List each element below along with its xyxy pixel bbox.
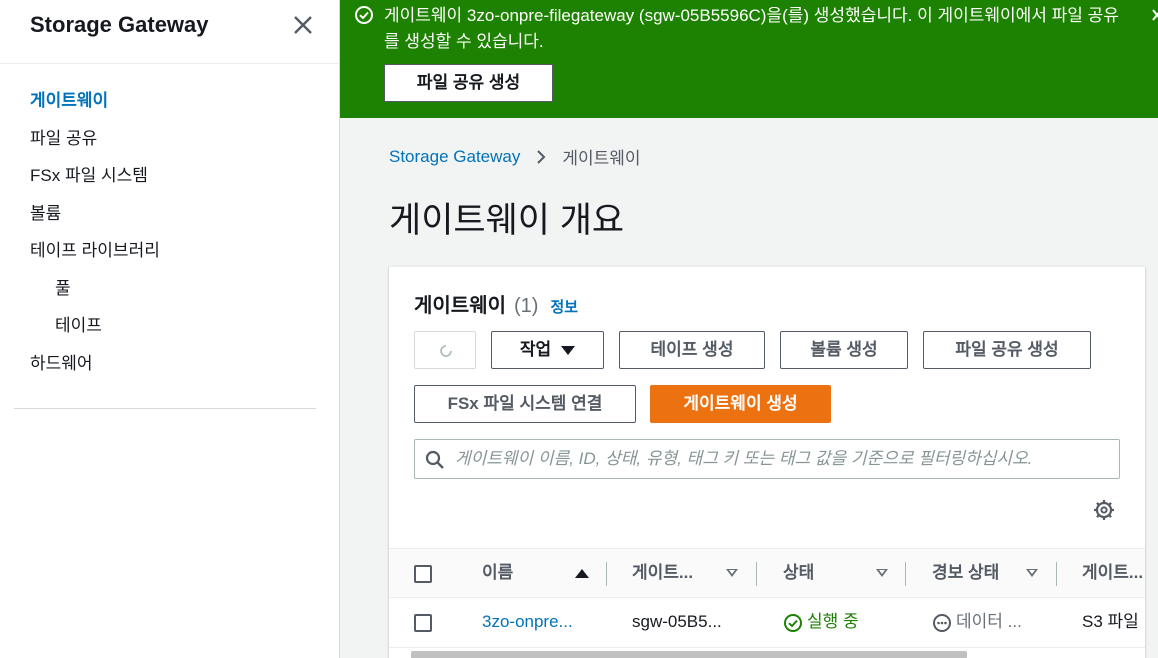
actions-label: 작업 xyxy=(519,340,552,359)
sidebar-nav: 게이트웨이 파일 공유 FSx 파일 시스템 볼륨 테이프 라이브러리 풀 테이… xyxy=(0,86,340,386)
alarm-status-cell: 데이터 ... xyxy=(932,598,1042,648)
flash-create-file-share-button[interactable]: 파일 공유 생성 xyxy=(384,64,553,102)
sidebar-header: Storage Gateway xyxy=(0,0,339,64)
refresh-button[interactable] xyxy=(414,331,476,369)
filter-search xyxy=(414,439,1120,479)
row-checkbox[interactable] xyxy=(414,614,432,632)
create-volume-button[interactable]: 볼륨 생성 xyxy=(780,331,908,369)
page-title: 게이트웨이 개요 xyxy=(389,201,625,240)
sidebar-title: Storage Gateway xyxy=(30,12,209,37)
sidebar-item-file-shares[interactable]: 파일 공유 xyxy=(0,124,340,162)
column-divider xyxy=(905,562,906,586)
panel-title: 게이트웨이 xyxy=(414,295,506,317)
gear-icon[interactable] xyxy=(1092,498,1116,522)
sort-ascending-icon[interactable] xyxy=(575,569,589,578)
chevron-right-icon xyxy=(537,149,546,164)
actions-dropdown-button[interactable]: 작업 xyxy=(491,331,604,369)
success-flash-banner: 게이트웨이 3zo-onpre-filegateway (sgw-05B5596… xyxy=(340,0,1158,118)
column-divider xyxy=(606,562,607,586)
sidebar-item-tape-library[interactable]: 테이프 라이브러리 xyxy=(0,236,340,274)
panel-header: 게이트웨이 (1) 정보 xyxy=(414,289,578,318)
select-all-checkbox[interactable] xyxy=(414,565,432,583)
breadcrumb-current: 게이트웨이 xyxy=(562,149,641,168)
breadcrumb-root-link[interactable]: Storage Gateway xyxy=(389,147,520,167)
gateway-type: S3 파일 xyxy=(1082,612,1139,631)
sidebar-divider xyxy=(14,408,316,409)
search-input[interactable] xyxy=(455,441,1115,477)
status-pending-icon xyxy=(933,613,951,632)
info-link[interactable]: 정보 xyxy=(550,296,578,317)
table-header: 이름 게이트... 상태 경보 상태 게이트... xyxy=(389,548,1145,598)
create-file-share-button[interactable]: 파일 공유 생성 xyxy=(923,331,1091,369)
sort-icon[interactable] xyxy=(1026,569,1038,577)
column-header-status[interactable]: 상태 xyxy=(783,549,843,599)
scrollbar-thumb[interactable] xyxy=(411,651,967,658)
sidebar-item-gateways[interactable]: 게이트웨이 xyxy=(0,86,340,124)
sidebar-item-fsx-file-systems[interactable]: FSx 파일 시스템 xyxy=(0,161,340,199)
sidebar-item-tapes[interactable]: 테이프 xyxy=(0,311,340,349)
dismiss-icon[interactable] xyxy=(1151,5,1158,25)
column-header-gateway-id[interactable]: 게이트... xyxy=(632,549,712,599)
attach-fsx-button[interactable]: FSx 파일 시스템 연결 xyxy=(414,385,636,423)
sidebar-item-pools[interactable]: 풀 xyxy=(0,274,340,312)
sidebar-item-volumes[interactable]: 볼륨 xyxy=(0,199,340,237)
table-row: 3zo-onpre... sgw-05B5... 실행 중 데이터 ... S3… xyxy=(389,598,1145,648)
horizontal-scrollbar[interactable] xyxy=(389,648,1145,658)
status-cell: 실행 중 xyxy=(783,598,893,648)
status-success-icon xyxy=(784,613,802,632)
create-tape-button[interactable]: 테이프 생성 xyxy=(619,331,765,369)
gateway-name-link[interactable]: 3zo-onpre... xyxy=(482,598,592,648)
gateways-panel: 게이트웨이 (1) 정보 작업 테이프 생성 볼륨 생성 파일 공유 생성 FS… xyxy=(389,266,1145,658)
panel-count: (1) xyxy=(514,295,539,317)
alarm-status-text: 데이터 ... xyxy=(956,612,1022,631)
loading-spinner-icon xyxy=(440,345,452,357)
side-navigation: Storage Gateway 게이트웨이 파일 공유 FSx 파일 시스템 볼… xyxy=(0,0,340,658)
caret-down-icon xyxy=(561,346,576,356)
status-text: 실행 중 xyxy=(807,612,859,631)
column-header-name[interactable]: 이름 xyxy=(482,549,572,599)
sort-icon[interactable] xyxy=(726,569,738,577)
search-icon xyxy=(425,450,444,469)
flash-message: 게이트웨이 3zo-onpre-filegateway (sgw-05B5596… xyxy=(384,6,1119,51)
gateway-id: sgw-05B5... xyxy=(632,612,722,631)
close-icon[interactable] xyxy=(290,12,316,38)
breadcrumb: Storage Gateway 게이트웨이 xyxy=(389,144,641,169)
sidebar-item-hardware[interactable]: 하드웨어 xyxy=(0,349,340,387)
success-check-icon xyxy=(355,6,373,24)
create-gateway-button[interactable]: 게이트웨이 생성 xyxy=(650,385,831,423)
column-header-alarm-status[interactable]: 경보 상태 xyxy=(932,549,1022,599)
sort-icon[interactable] xyxy=(876,569,888,577)
column-divider xyxy=(1056,562,1057,586)
column-divider xyxy=(756,562,757,586)
column-header-gateway-type[interactable]: 게이트... xyxy=(1082,549,1145,599)
